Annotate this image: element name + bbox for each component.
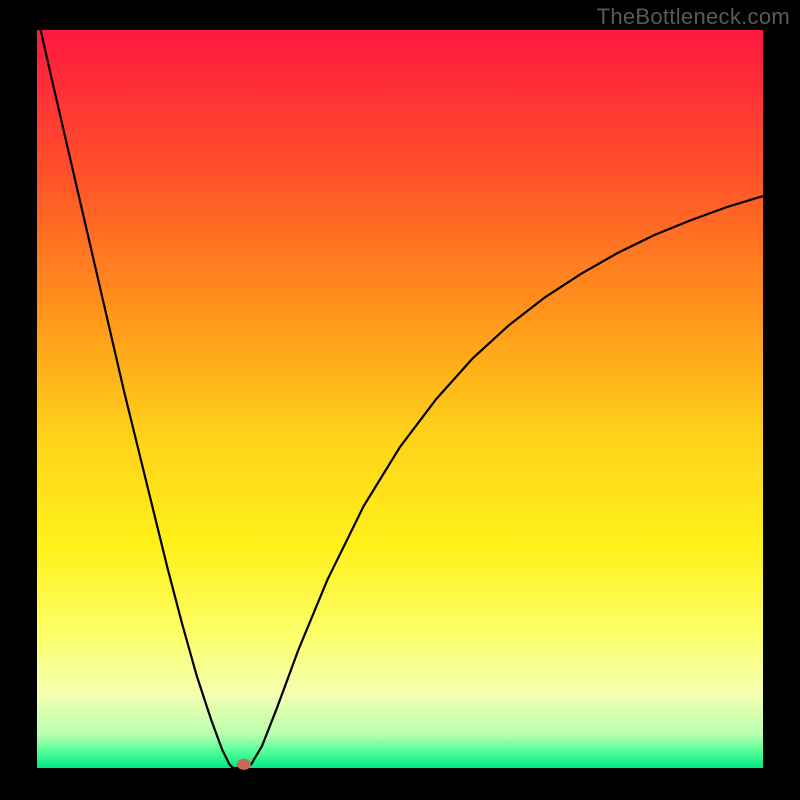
watermark-text: TheBottleneck.com [597, 4, 790, 30]
bottleneck-chart [0, 0, 800, 800]
chart-frame: TheBottleneck.com [0, 0, 800, 800]
current-point-marker [237, 759, 251, 770]
chart-gradient-background [37, 30, 763, 768]
